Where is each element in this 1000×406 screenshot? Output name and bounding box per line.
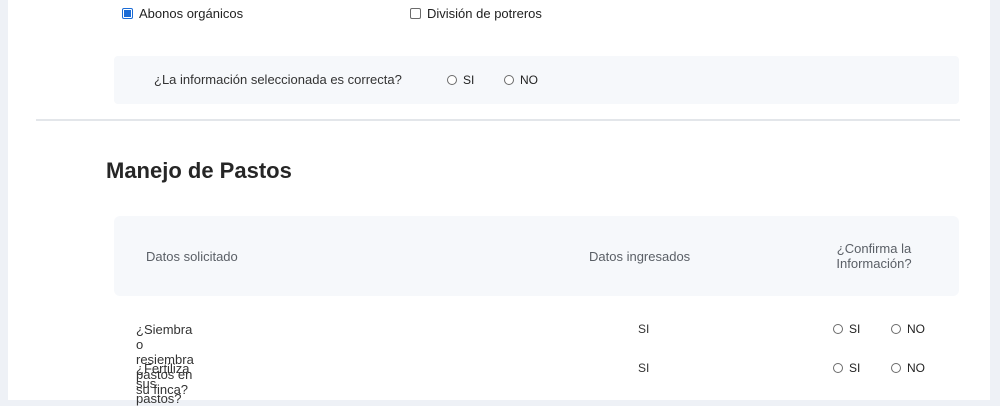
radio-circle-icon[interactable] (504, 75, 514, 85)
checkbox-label: División de potreros (427, 6, 542, 21)
row-question: ¿Fertiliza sus pastos? (136, 361, 190, 406)
form-panel: Abonos orgánicos División de potreros ¿L… (8, 0, 990, 406)
row-radio-yes[interactable]: SI (833, 361, 860, 375)
radio-no-label: NO (520, 73, 538, 87)
checkbox-checked-icon[interactable] (122, 8, 133, 19)
row-value: SI (638, 361, 650, 375)
radio-no[interactable]: NO (504, 73, 538, 87)
confirmation-question: ¿La información seleccionada es correcta… (154, 72, 402, 87)
radio-circle-icon[interactable] (891, 363, 901, 373)
radio-yes-label: SI (463, 73, 475, 87)
radio-circle-icon[interactable] (833, 324, 843, 334)
row-radio-yes-label: SI (849, 322, 861, 336)
row-radio-yes-label: SI (849, 361, 861, 375)
radio-circle-icon[interactable] (833, 363, 843, 373)
section-divider (36, 119, 960, 121)
section-title: Manejo de Pastos (106, 158, 292, 183)
row-radio-no[interactable]: NO (891, 361, 925, 375)
header-confirm: ¿Confirma la Información? (804, 241, 944, 271)
checkbox-unchecked-icon[interactable] (410, 8, 421, 19)
row-radio-no-label: NO (907, 361, 925, 375)
row-radio-yes[interactable]: SI (833, 322, 860, 336)
checkbox-label: Abonos orgánicos (139, 6, 244, 21)
checkbox-option-abonos[interactable]: Abonos orgánicos (122, 6, 243, 21)
radio-circle-icon[interactable] (447, 75, 457, 85)
header-confirm-line1: ¿Confirma la (836, 241, 912, 256)
row-radio-no-label: NO (907, 322, 925, 336)
row-value: SI (638, 322, 650, 336)
table-header: Datos solicitado Datos ingresados ¿Confi… (114, 216, 959, 296)
header-requested: Datos solicitado (146, 249, 238, 264)
header-confirm-line2: Información? (836, 256, 912, 271)
radio-yes[interactable]: SI (447, 73, 474, 87)
row-radio-no[interactable]: NO (891, 322, 925, 336)
header-entered: Datos ingresados (589, 249, 691, 264)
confirmation-box: ¿La información seleccionada es correcta… (114, 56, 959, 104)
radio-circle-icon[interactable] (891, 324, 901, 334)
checkbox-option-division[interactable]: División de potreros (410, 6, 542, 21)
